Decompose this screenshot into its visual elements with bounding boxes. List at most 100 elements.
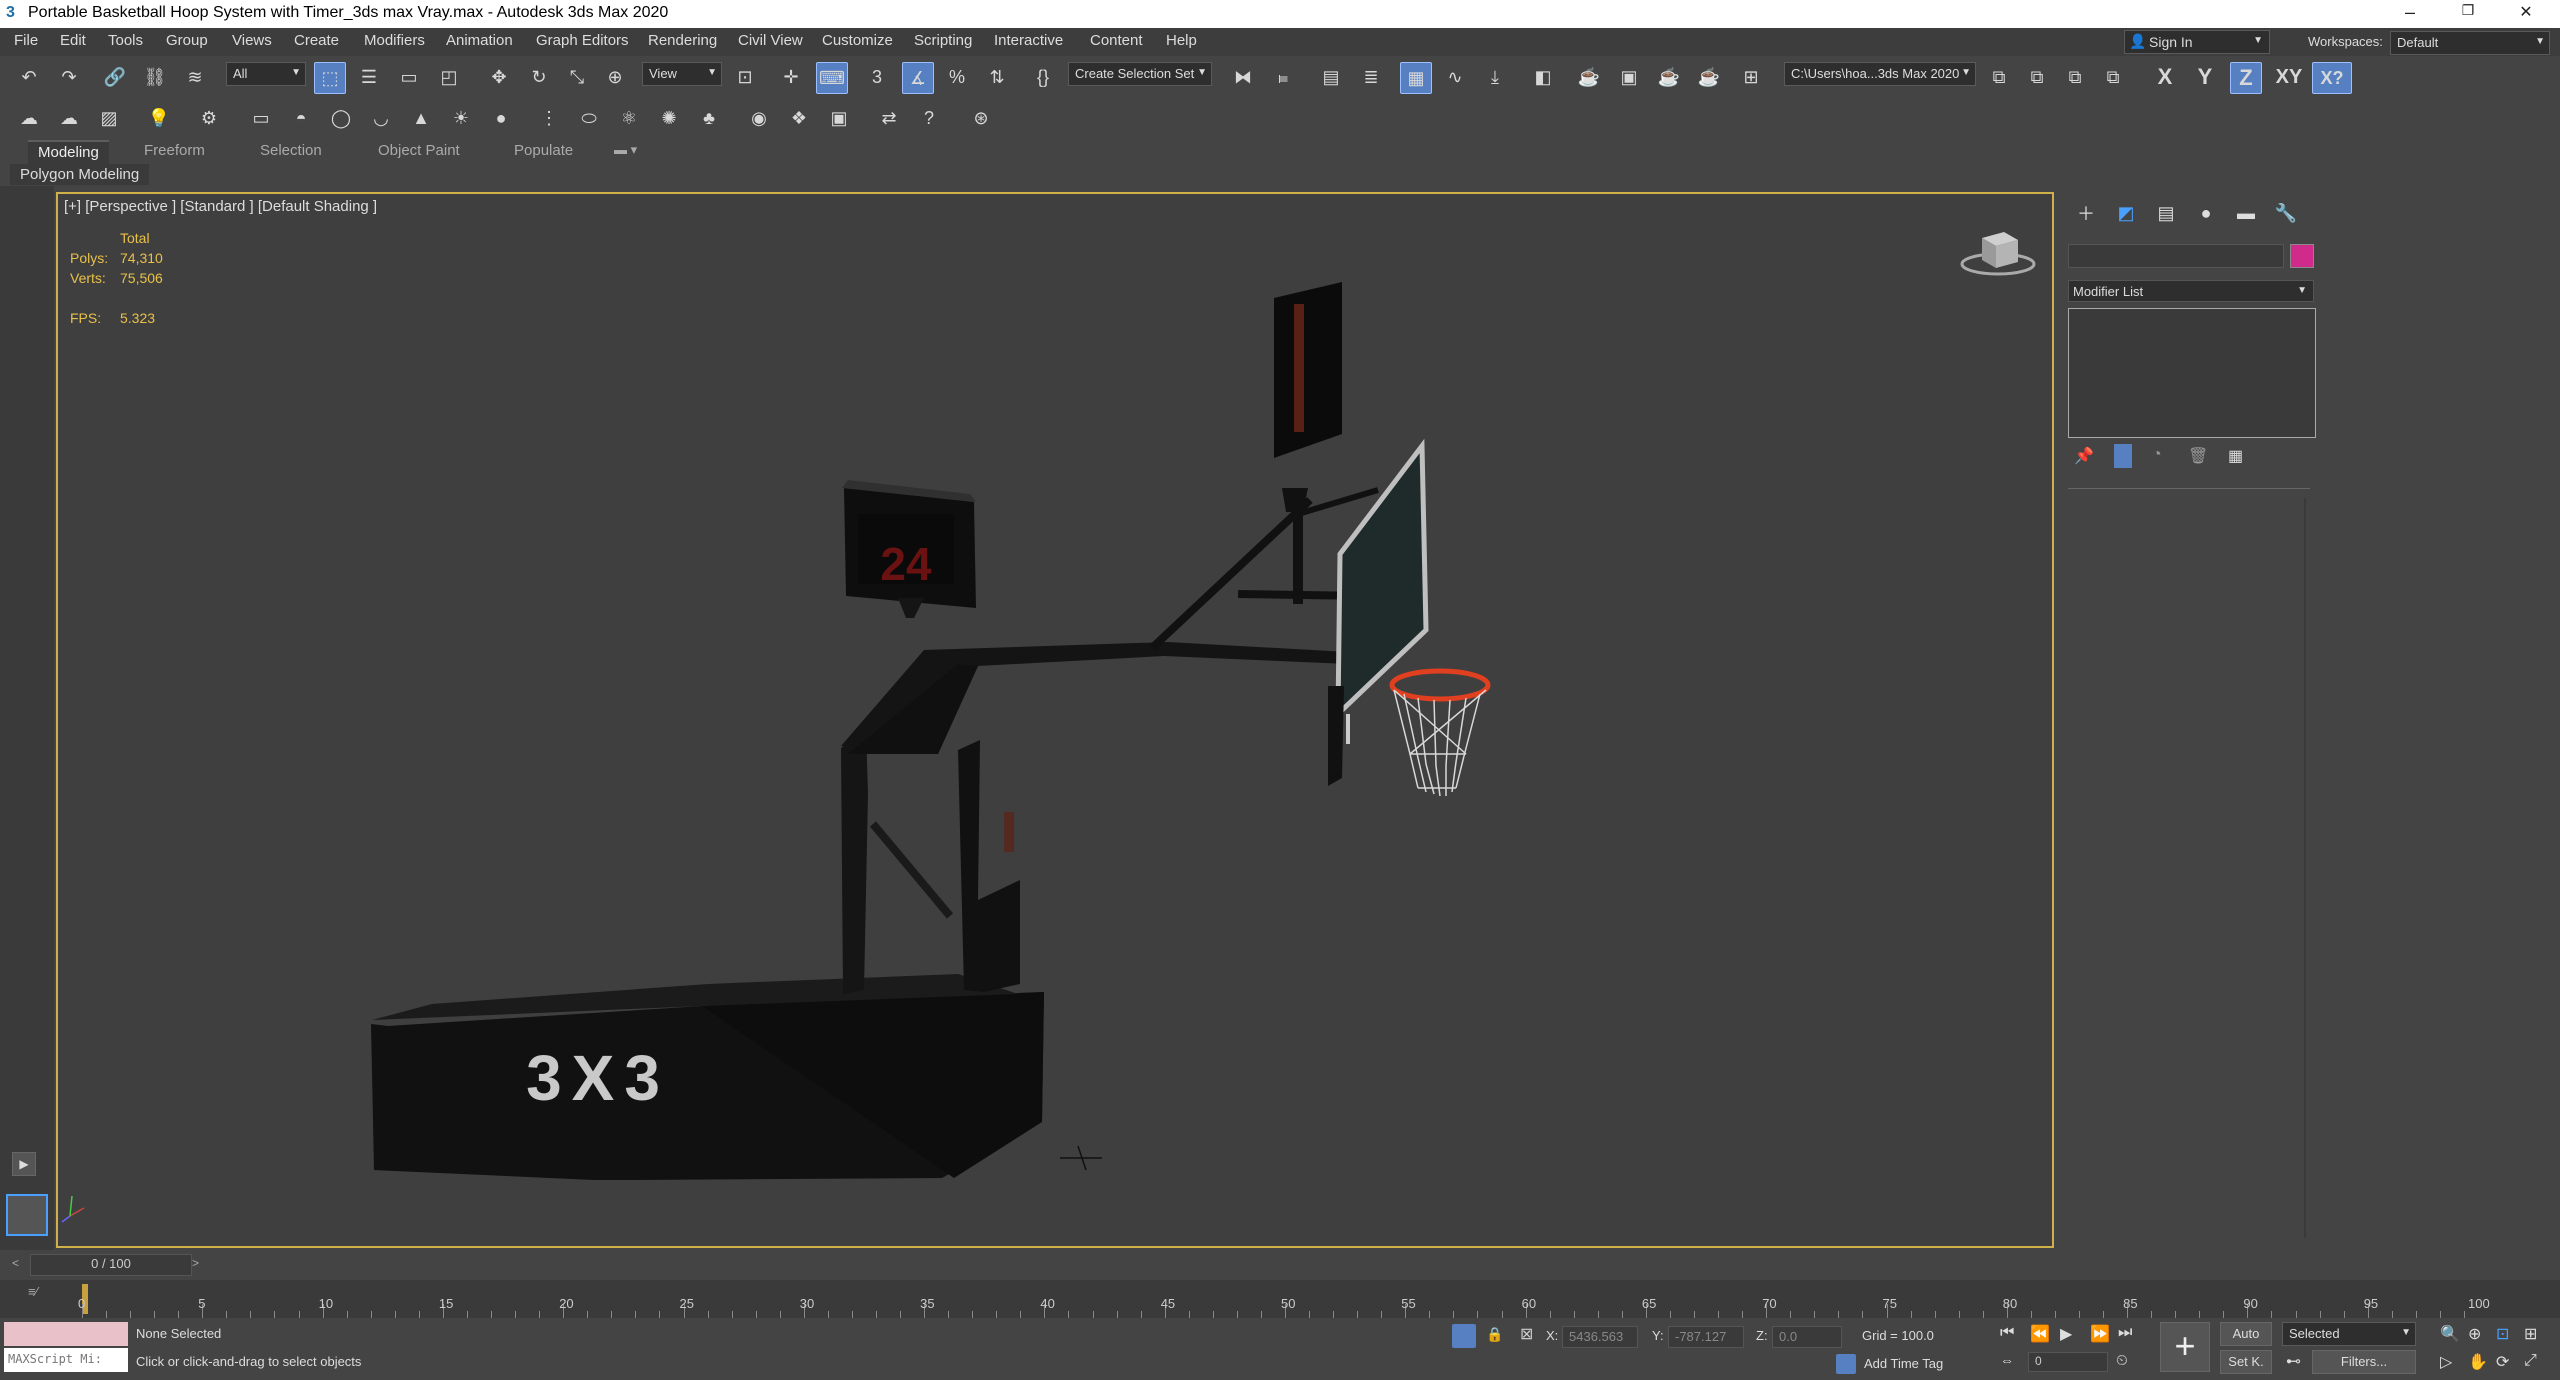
ribbon-panel-polygon-modeling[interactable]: Polygon Modeling	[10, 164, 150, 185]
set-key-mode-button[interactable]: Set K.	[2220, 1350, 2272, 1374]
sun-icon[interactable]: ☀	[446, 103, 476, 133]
scale-icon[interactable]: ⤡	[562, 62, 592, 92]
helpers-icon[interactable]: ⚙	[194, 103, 224, 133]
object-name-field[interactable]	[2068, 244, 2284, 268]
utilities-tab-icon[interactable]: 🔧	[2268, 198, 2304, 228]
motion-tab-icon[interactable]: ●	[2188, 198, 2224, 228]
select-by-name-icon[interactable]: ☰	[354, 62, 384, 92]
modifier-list-dropdown[interactable]: Modifier List ▼	[2068, 280, 2314, 302]
vray-logo-icon[interactable]: ⊛	[966, 103, 996, 133]
maxscript-listener[interactable]: MAXScript Mi:	[4, 1322, 128, 1374]
menu-content[interactable]: Content	[1090, 32, 1143, 49]
ribbon-options-icon[interactable]: ▬ ▾	[604, 140, 647, 166]
menu-interactive[interactable]: Interactive	[994, 32, 1063, 49]
auto-key-button[interactable]: Auto	[2220, 1322, 2272, 1346]
isolate-selection-icon[interactable]	[1452, 1324, 1476, 1348]
x-coordinate-field[interactable]: 5436.563	[1562, 1326, 1638, 1348]
menu-rendering[interactable]: Rendering	[648, 32, 717, 49]
maxscript-output[interactable]	[4, 1322, 128, 1346]
help-icon[interactable]: ?	[914, 103, 944, 133]
zoom-extents-icon[interactable]: ⊡	[2496, 1324, 2509, 1344]
basketball-hoop-model[interactable]: 24 3X3	[58, 194, 2056, 1250]
sphere-icon[interactable]: ◯	[326, 103, 356, 133]
maximize-viewport-icon[interactable]: ⤢	[2524, 1352, 2537, 1370]
go-to-end-icon[interactable]: ⏭	[2118, 1324, 2132, 1342]
track-bar[interactable]: ≡∕ 0 5 10 15 20 25 30 35 40 45 50 55 60 65 70 75 80 85 90 9…	[0, 1280, 2560, 1318]
mirror-icon[interactable]: ⧓	[1228, 62, 1258, 92]
curve-editor-mini-icon[interactable]: ≡∕	[28, 1284, 38, 1299]
time-configuration-icon[interactable]: ⏲	[2116, 1352, 2128, 1369]
sign-in-dropdown[interactable]: 👤 Sign In ▼	[2124, 30, 2270, 54]
menu-customize[interactable]: Customize	[822, 32, 893, 49]
layer-add-icon[interactable]: ⧉	[2022, 62, 2052, 92]
undo-icon[interactable]: ↶	[14, 62, 44, 92]
rectangular-selection-icon[interactable]: ▭	[394, 62, 424, 92]
link-icon[interactable]: 🔗	[100, 62, 130, 92]
render-in-cloud-icon[interactable]: ⊞	[1736, 62, 1766, 92]
render-setup-icon[interactable]: ☕	[1574, 62, 1604, 92]
axis-constraint-z[interactable]: Z	[2230, 62, 2262, 94]
go-to-start-icon[interactable]: ⏮	[2000, 1324, 2014, 1342]
rotate-icon[interactable]: ↻	[524, 62, 554, 92]
curve-editor-icon[interactable]: ∿	[1440, 62, 1470, 92]
material-sphere-icon[interactable]: ◉	[744, 103, 774, 133]
menu-modifiers[interactable]: Modifiers	[364, 32, 425, 49]
axis-constraint-x[interactable]: X	[2150, 62, 2180, 92]
time-slider-thumb[interactable]: 0 / 100	[30, 1254, 192, 1276]
material-editor-icon[interactable]: ◧	[1528, 62, 1558, 92]
tab-object-paint[interactable]: Object Paint	[368, 140, 470, 166]
menu-help[interactable]: Help	[1166, 32, 1197, 49]
previous-frame-icon[interactable]: ⏪	[2030, 1324, 2050, 1344]
move-icon[interactable]: ✥	[484, 62, 514, 92]
remove-modifier-icon[interactable]: 🗑	[2188, 446, 2208, 466]
menu-group[interactable]: Group	[166, 32, 208, 49]
render-iterative-icon[interactable]: ☕	[1694, 62, 1724, 92]
perspective-viewport[interactable]: [+] [Perspective ] [Standard ] [Default …	[56, 192, 2054, 1248]
pin-stack-icon[interactable]: 📌	[2074, 446, 2094, 466]
maxscript-input[interactable]: MAXScript Mi:	[4, 1348, 128, 1372]
reference-coordinate-dropdown[interactable]: View ▼	[642, 62, 722, 86]
make-unique-icon[interactable]: ◔	[2152, 446, 2162, 464]
named-selection-dropdown[interactable]: Create Selection Set ▼	[1068, 62, 1212, 86]
time-tag-icon[interactable]	[1836, 1354, 1856, 1374]
dome-icon[interactable]: ●	[486, 103, 516, 133]
vfb-icon[interactable]: ▣	[824, 103, 854, 133]
plane-icon[interactable]: ▭	[246, 103, 276, 133]
scene-explorer-icon[interactable]: ▤	[1316, 62, 1346, 92]
angle-snap-icon[interactable]: ∡	[902, 62, 934, 94]
key-mode-toggle-icon[interactable]: ⇔	[2000, 1352, 2014, 1368]
spinner-snap-icon[interactable]: ⇅	[982, 62, 1012, 92]
y-coordinate-field[interactable]: -787.127	[1668, 1326, 1744, 1348]
menu-animation[interactable]: Animation	[446, 32, 513, 49]
current-frame-field[interactable]: 0	[2028, 1352, 2108, 1372]
modify-tab-icon[interactable]: ◩	[2108, 198, 2144, 228]
menu-edit[interactable]: Edit	[60, 32, 86, 49]
hierarchy-tab-icon[interactable]: ▤	[2148, 198, 2184, 228]
layer-explorer-icon[interactable]: ≣	[1356, 62, 1386, 92]
key-filters-icon[interactable]: ⊷	[2286, 1352, 2301, 1370]
next-frame-icon[interactable]: ⏩	[2090, 1324, 2110, 1344]
menu-civil-view[interactable]: Civil View	[738, 32, 803, 49]
close-button[interactable]: ✕	[2506, 2, 2546, 26]
tab-populate[interactable]: Populate	[504, 140, 583, 166]
pan-icon[interactable]: ✋	[2468, 1352, 2488, 1372]
key-filter-dropdown[interactable]: Selected ▼	[2282, 1322, 2416, 1346]
bind-space-warp-icon[interactable]: ≋	[180, 62, 210, 92]
menu-scripting[interactable]: Scripting	[914, 32, 972, 49]
z-coordinate-field[interactable]: 0.0	[1772, 1326, 1842, 1348]
menu-graph-editors[interactable]: Graph Editors	[536, 32, 629, 49]
place-icon[interactable]: ⊕	[600, 62, 630, 92]
multi-material-icon[interactable]: ❖	[784, 103, 814, 133]
redo-icon[interactable]: ↷	[54, 62, 84, 92]
selection-lock-icon[interactable]: 🔒	[1486, 1326, 1503, 1343]
tab-freeform[interactable]: Freeform	[134, 140, 215, 166]
tab-selection[interactable]: Selection	[250, 140, 332, 166]
converter-icon[interactable]: ⇄	[874, 103, 904, 133]
window-crossing-icon[interactable]: ◰	[434, 62, 464, 92]
bowl-icon[interactable]: ◡	[366, 103, 396, 133]
zoom-icon[interactable]: 🔍	[2440, 1324, 2460, 1344]
axis-constraint-toggle-icon[interactable]: X?	[2312, 62, 2352, 94]
percent-snap-icon[interactable]: %	[942, 62, 972, 92]
minimize-button[interactable]: –	[2390, 2, 2430, 26]
vray-grass-icon[interactable]: ♣	[694, 103, 724, 133]
